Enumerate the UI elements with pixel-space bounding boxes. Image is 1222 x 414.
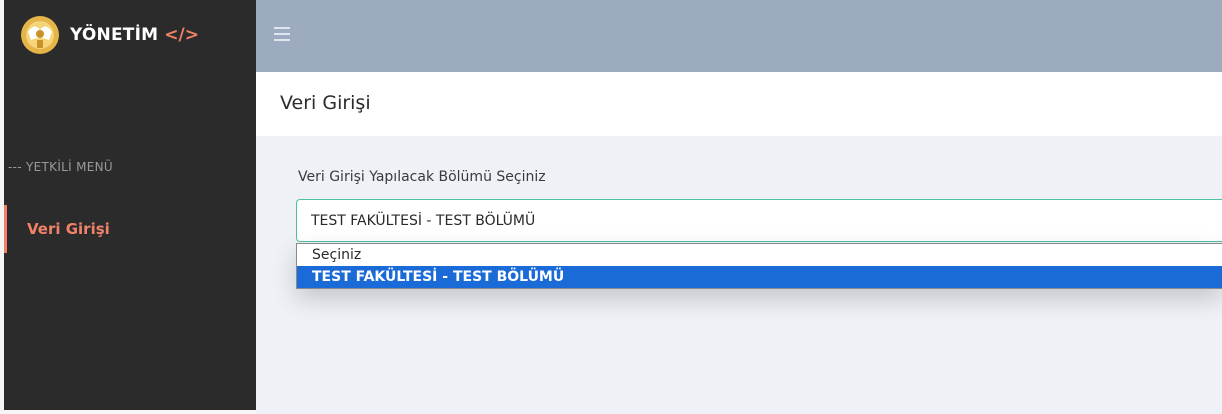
sidebar-item-label: Veri Girişi [27, 220, 110, 238]
department-select-label: Veri Girişi Yapılacak Bölümü Seçiniz [298, 169, 546, 185]
department-select-dropdown: Seçiniz TEST FAKÜLTESİ - TEST BÖLÜMÜ [296, 243, 1222, 289]
brand[interactable]: YÖNETİM </> [16, 10, 199, 60]
sidebar-item-veri-girisi[interactable]: Veri Girişi [4, 205, 256, 253]
page-title: Veri Girişi [280, 92, 371, 114]
topbar [256, 0, 1222, 72]
dropdown-option-test-bolumu[interactable]: TEST FAKÜLTESİ - TEST BÖLÜMÜ [297, 266, 1222, 288]
department-select-value: TEST FAKÜLTESİ - TEST BÖLÜMÜ [311, 212, 536, 229]
sidebar: YÖNETİM </> --- YETKİLİ MENÜ Veri Girişi [0, 0, 256, 414]
dropdown-option-seciniz[interactable]: Seçiniz [297, 244, 1222, 266]
department-select[interactable]: TEST FAKÜLTESİ - TEST BÖLÜMÜ [296, 199, 1222, 242]
university-logo-icon [21, 16, 59, 54]
page-header: Veri Girişi [256, 72, 1222, 136]
brand-code-tag: </> [164, 25, 199, 45]
hamburger-icon[interactable] [274, 27, 290, 41]
main-content: Veri Girişi Yapılacak Bölümü Seçiniz TES… [256, 136, 1222, 414]
menu-caption: --- YETKİLİ MENÜ [8, 160, 113, 174]
brand-title: YÖNETİM [70, 25, 159, 45]
